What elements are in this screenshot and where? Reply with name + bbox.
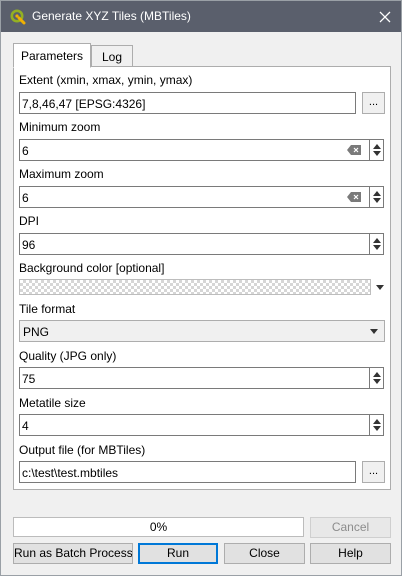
- quality-spinner[interactable]: [370, 367, 384, 389]
- help-button[interactable]: Help: [310, 543, 391, 564]
- dialog-window: Generate XYZ Tiles (MBTiles) Parameters …: [0, 0, 402, 576]
- chevron-down-icon: [370, 329, 378, 334]
- run-button[interactable]: Run: [138, 543, 218, 564]
- dpi-label: DPI: [19, 214, 40, 228]
- close-icon: [379, 11, 390, 22]
- metatile-size-input[interactable]: 4: [19, 414, 370, 436]
- tile-format-select[interactable]: PNG: [19, 320, 385, 342]
- spin-down-icon[interactable]: [373, 379, 381, 384]
- spin-down-icon[interactable]: [373, 426, 381, 431]
- spin-up-icon[interactable]: [373, 372, 381, 377]
- max-zoom-spinner[interactable]: [370, 186, 384, 208]
- dpi-spinner[interactable]: [370, 233, 384, 255]
- dpi-input[interactable]: 96: [19, 233, 370, 255]
- output-file-input[interactable]: c:\test\test.mbtiles: [19, 461, 356, 483]
- quality-label: Quality (JPG only): [19, 349, 117, 363]
- output-file-label: Output file (for MBTiles): [19, 443, 146, 457]
- min-zoom-label: Minimum zoom: [19, 120, 101, 134]
- tile-format-label: Tile format: [19, 302, 76, 316]
- spin-up-icon[interactable]: [373, 191, 381, 196]
- qgis-logo-icon: [10, 9, 26, 25]
- spin-down-icon[interactable]: [373, 198, 381, 203]
- metatile-size-spinner[interactable]: [370, 414, 384, 436]
- close-window-button[interactable]: [368, 1, 401, 32]
- tile-format-value: PNG: [23, 325, 50, 339]
- window-title: Generate XYZ Tiles (MBTiles): [32, 9, 191, 23]
- background-color-label: Background color [optional]: [19, 261, 165, 275]
- tab-log[interactable]: Log: [91, 45, 133, 67]
- close-button[interactable]: Close: [224, 543, 305, 564]
- background-color-button[interactable]: [19, 279, 371, 295]
- extent-label: Extent (xmin, xmax, ymin, ymax): [19, 73, 193, 87]
- extent-input[interactable]: 7,8,46,47 [EPSG:4326]: [19, 92, 356, 114]
- chevron-down-icon[interactable]: [376, 285, 384, 290]
- output-file-browse-button[interactable]: ...: [362, 461, 385, 483]
- title-bar: Generate XYZ Tiles (MBTiles): [1, 1, 401, 32]
- clear-icon[interactable]: [347, 192, 361, 202]
- progress-bar: 0%: [13, 517, 304, 537]
- cancel-button[interactable]: Cancel: [310, 517, 391, 538]
- max-zoom-value: 6: [22, 191, 29, 205]
- spin-down-icon[interactable]: [373, 245, 381, 250]
- max-zoom-input[interactable]: 6: [19, 186, 370, 208]
- quality-input[interactable]: 75: [19, 367, 370, 389]
- tab-parameters[interactable]: Parameters: [13, 43, 91, 68]
- parameters-panel: Extent (xmin, xmax, ymin, ymax) 7,8,46,4…: [13, 66, 391, 490]
- max-zoom-label: Maximum zoom: [19, 167, 104, 181]
- metatile-size-label: Metatile size: [19, 396, 86, 410]
- min-zoom-value: 6: [22, 144, 29, 158]
- spin-down-icon[interactable]: [373, 151, 381, 156]
- min-zoom-spinner[interactable]: [370, 139, 384, 161]
- spin-up-icon[interactable]: [373, 238, 381, 243]
- run-as-batch-button[interactable]: Run as Batch Process...: [13, 543, 133, 564]
- spin-up-icon[interactable]: [373, 419, 381, 424]
- min-zoom-input[interactable]: 6: [19, 139, 370, 161]
- spin-up-icon[interactable]: [373, 144, 381, 149]
- extent-browse-button[interactable]: ...: [362, 92, 385, 114]
- clear-icon[interactable]: [347, 145, 361, 155]
